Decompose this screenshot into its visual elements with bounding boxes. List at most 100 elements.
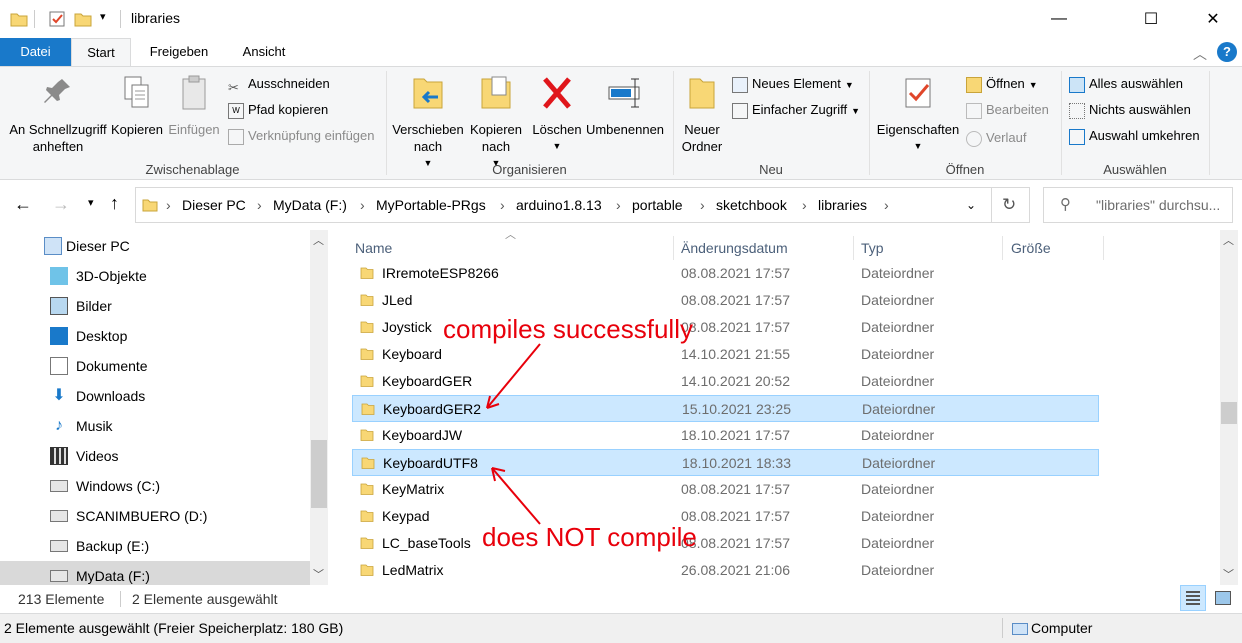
delete-button[interactable]: Löschen ▼: [530, 73, 584, 155]
file-row[interactable]: KeyboardGER2 15.10.2021 23:25 Dateiordner: [352, 395, 1099, 422]
chevron-right-icon[interactable]: ›: [257, 188, 262, 222]
open-button[interactable]: Öffnen ▼: [966, 73, 1038, 95]
minimize-button[interactable]: —: [1036, 0, 1082, 38]
file-row[interactable]: KeyMatrix 08.08.2021 17:57 Dateiordner: [352, 476, 1099, 503]
column-header-type[interactable]: Typ: [861, 234, 884, 262]
copy-path-button[interactable]: W Pfad kopieren: [228, 99, 328, 121]
help-icon[interactable]: ?: [1217, 42, 1237, 62]
chevron-right-icon[interactable]: ›: [500, 188, 505, 222]
tab-ansicht[interactable]: Ansicht: [228, 38, 300, 66]
file-row[interactable]: LC_baseTools 08.08.2021 17:57 Dateiordner: [352, 530, 1099, 557]
chevron-right-icon[interactable]: ›: [700, 188, 705, 222]
nav-item-dokumente[interactable]: Dokumente: [0, 351, 310, 381]
edit-button[interactable]: Bearbeiten: [966, 99, 1049, 121]
nav-item-backup-e[interactable]: Backup (E:): [0, 531, 310, 561]
nav-item-3d-objekte[interactable]: 3D-Objekte: [0, 261, 310, 291]
file-row[interactable]: JLed 08.08.2021 17:57 Dateiordner: [352, 287, 1099, 314]
nav-item-windows-c[interactable]: Windows (C:): [0, 471, 310, 501]
file-row[interactable]: KeyboardGER 14.10.2021 20:52 Dateiordner: [352, 368, 1099, 395]
nav-item-dieser-pc[interactable]: Dieser PC: [0, 231, 310, 261]
maximize-button[interactable]: ☐: [1128, 0, 1174, 38]
scroll-up-icon[interactable]: ︿: [313, 232, 324, 248]
address-bar[interactable]: › Dieser PC › MyData (F:) › MyPortable-P…: [135, 187, 1030, 223]
file-row[interactable]: KeyboardJW 18.10.2021 17:57 Dateiordner: [352, 422, 1099, 449]
move-to-button[interactable]: Verschieben nach ▼: [390, 73, 466, 172]
nav-item-label: Dieser PC: [66, 238, 130, 254]
cut-button[interactable]: ✂ Ausschneiden: [228, 73, 330, 95]
rename-button[interactable]: Umbenennen: [584, 73, 666, 138]
tab-datei[interactable]: Datei: [0, 38, 71, 66]
chevron-right-icon[interactable]: ›: [166, 188, 171, 222]
details-view-button[interactable]: [1180, 585, 1206, 611]
column-header-size[interactable]: Größe: [1011, 234, 1051, 262]
invert-selection-button[interactable]: Auswahl umkehren: [1069, 125, 1200, 147]
breadcrumb-item[interactable]: portable: [632, 188, 683, 222]
nav-item-desktop[interactable]: Desktop: [0, 321, 310, 351]
properties-icon[interactable]: [48, 10, 66, 28]
chevron-right-icon[interactable]: ›: [884, 188, 889, 222]
nav-item-downloads[interactable]: ⬇ Downloads: [0, 381, 310, 411]
search-input[interactable]: ⚲ "libraries" durchsu...: [1043, 187, 1233, 223]
file-name: JLed: [382, 292, 413, 308]
file-row[interactable]: Keyboard 14.10.2021 21:55 Dateiordner: [352, 341, 1099, 368]
nav-item-mydata-f[interactable]: MyData (F:): [0, 561, 310, 585]
tab-start[interactable]: Start: [71, 38, 131, 66]
up-icon[interactable]: ↑: [110, 193, 119, 214]
file-row[interactable]: KeyboardUTF8 18.10.2021 18:33 Dateiordner: [352, 449, 1099, 476]
file-row[interactable]: Keypad 08.08.2021 17:57 Dateiordner: [352, 503, 1099, 530]
folder-icon: [361, 457, 375, 469]
large-icons-view-button[interactable]: [1212, 587, 1234, 609]
chevron-right-icon[interactable]: ›: [360, 188, 365, 222]
history-button[interactable]: Verlauf: [966, 127, 1026, 149]
forward-icon[interactable]: →: [52, 194, 70, 215]
folder-icon: [360, 429, 374, 441]
new-folder-icon[interactable]: [74, 10, 92, 28]
back-icon[interactable]: ←: [14, 194, 32, 215]
pictures-icon: [50, 297, 68, 315]
breadcrumb-item[interactable]: libraries: [818, 188, 867, 222]
cut-label: Ausschneiden: [248, 76, 330, 91]
list-scrollbar[interactable]: ︿ ﹀: [1220, 230, 1238, 585]
properties-button[interactable]: Eigenschaften ▼: [874, 73, 962, 155]
chevron-down-icon[interactable]: ⌄: [966, 188, 976, 222]
close-button[interactable]: ✕: [1190, 0, 1236, 38]
scroll-down-icon[interactable]: ﹀: [313, 566, 324, 582]
scroll-down-icon[interactable]: ﹀: [1223, 566, 1234, 582]
collapse-ribbon-icon[interactable]: ︿: [1193, 44, 1207, 64]
file-row[interactable]: LedMatrix 26.08.2021 21:06 Dateiordner: [352, 557, 1099, 584]
chevron-right-icon[interactable]: ›: [616, 188, 621, 222]
nav-item-bilder[interactable]: Bilder: [0, 291, 310, 321]
chevron-down-icon[interactable]: ▾: [100, 10, 106, 23]
nav-item-videos[interactable]: Videos: [0, 441, 310, 471]
breadcrumb-item[interactable]: arduino1.8.13: [516, 188, 602, 222]
column-header-date[interactable]: Änderungsdatum: [681, 234, 788, 262]
breadcrumb-item[interactable]: MyData (F:): [273, 188, 347, 222]
nav-item-musik[interactable]: ♪ Musik: [0, 411, 310, 441]
breadcrumb-item[interactable]: sketchbook: [716, 188, 787, 222]
chevron-right-icon[interactable]: ›: [802, 188, 807, 222]
new-item-button[interactable]: Neues Element ▼: [732, 73, 854, 95]
breadcrumb-item[interactable]: MyPortable-PRgs: [376, 188, 486, 222]
copy-to-button[interactable]: Kopieren nach ▼: [466, 73, 526, 172]
file-type: Dateiordner: [861, 265, 935, 281]
list-scrollbar-thumb[interactable]: [1221, 402, 1237, 424]
paste-shortcut-button[interactable]: Verknüpfung einfügen: [228, 125, 375, 147]
new-folder-button[interactable]: Neuer Ordner: [676, 73, 728, 155]
select-none-button[interactable]: Nichts auswählen: [1069, 99, 1191, 121]
nav-scrollbar[interactable]: ︿ ﹀: [310, 230, 328, 585]
easy-access-button[interactable]: Einfacher Zugriff ▼: [732, 99, 860, 121]
breadcrumb-item[interactable]: Dieser PC: [182, 188, 246, 222]
copy-button[interactable]: Kopieren: [108, 73, 166, 138]
nav-item-scanimbuero-d[interactable]: SCANIMBUERO (D:): [0, 501, 310, 531]
folder-icon: [360, 348, 374, 360]
tab-freigeben[interactable]: Freigeben: [138, 38, 220, 66]
nav-scrollbar-thumb[interactable]: [311, 440, 327, 508]
scroll-up-icon[interactable]: ︿: [1223, 232, 1234, 248]
file-row[interactable]: IRremoteESP8266 08.08.2021 17:57 Dateiordn…: [352, 260, 1099, 287]
column-header-name[interactable]: Name: [355, 234, 392, 262]
recent-locations-icon[interactable]: ▾: [88, 196, 94, 209]
pin-quick-access-button[interactable]: An Schnellzugriff anheften: [4, 73, 112, 155]
refresh-icon[interactable]: ↻: [1002, 188, 1016, 222]
select-all-button[interactable]: Alles auswählen: [1069, 73, 1183, 95]
paste-button[interactable]: Einfügen: [166, 73, 222, 138]
